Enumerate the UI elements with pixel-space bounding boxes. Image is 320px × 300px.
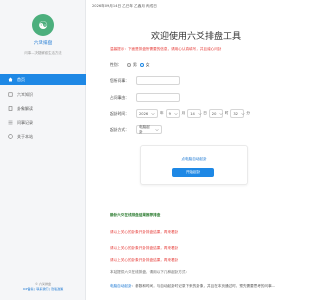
list-icon (8, 120, 13, 125)
result-desc-link[interactable]: 电脑自动起卦 (110, 284, 132, 288)
method-row: 起卦方式： 电脑起卦 (110, 125, 162, 134)
sidebar-item-label: 首页 (17, 76, 25, 82)
page-title: 欢迎使用六爻排盘工具 (150, 32, 241, 42)
result-line: 请以上关心的卦象开卦排盘结果，再来看卦 (110, 230, 179, 234)
home-icon (8, 77, 13, 82)
sidebar-item-home[interactable]: 首页 (0, 74, 86, 85)
logo-icon[interactable]: ☯ (32, 14, 54, 36)
brand-name[interactable]: 六爻排盘 (0, 40, 86, 46)
document-icon (8, 106, 13, 111)
chevron-down-icon (174, 112, 178, 116)
result-description: 电脑自动起卦：参数和时间，与自动起卦时记录下来的卦象，并且在本页通过时，预先需要… (110, 282, 290, 290)
date-bar: 2026年09月14日 乙已年 乙酉月 丙戌日 (92, 4, 157, 8)
result-line: 请以上关心的卦象开卦排盘结果，再来看卦 (110, 258, 179, 262)
start-divination-button[interactable]: 开始起卦 (172, 168, 214, 177)
gender-row: 性别： 男 女 (110, 62, 150, 68)
result-title: 静卦六爻在线排盘结果推荐排盘 (110, 213, 161, 217)
reason-label: 占问事由： (110, 94, 129, 100)
radio-male-label: 男 (133, 62, 137, 67)
brand-slogan: 问事—决疑解惑生活方法 (24, 51, 62, 55)
result-desc-text: ：参数和时间，与自动起卦时记录下来的卦象，并且在本页通过时，预先需要思考的问事.… (131, 284, 276, 288)
question-row: 您所问事： (110, 76, 180, 85)
notice-text: 温馨提示：下面是排盘所需要的信息，请用心认真填写，并且诚心问卦 (110, 47, 222, 51)
method-label: 起卦方式： (110, 126, 129, 132)
sidebar-item-label: 关于本站 (17, 133, 33, 139)
reason-row: 占问事由： (110, 93, 180, 102)
gender-label: 性别： (110, 62, 122, 67)
question-label: 您所问事： (110, 77, 129, 83)
auto-divination-link[interactable]: 点电脑自动起卦 (141, 157, 247, 162)
chevron-down-icon (198, 112, 202, 116)
sidebar-item-label: 六爻知识 (17, 91, 33, 97)
sidebar-item-label: 问事记录 (17, 119, 33, 125)
sidebar: ☯ 六爻排盘 问事—决疑解惑生活方法 首页 六爻知识 卦象解读 问事记录 关于本… (0, 0, 86, 300)
radio-female[interactable] (139, 63, 144, 67)
time-row: 起卦时间： 2026 年 9 月 14 日 20 时 32 分 (110, 109, 252, 118)
chevron-down-icon (155, 128, 159, 132)
divination-card: 点电脑自动起卦 开始起卦 (140, 145, 248, 185)
info-icon (8, 134, 13, 139)
chevron-down-icon (241, 112, 245, 116)
sidebar-item-interpret[interactable]: 卦象解读 (0, 103, 86, 114)
chevron-down-icon (219, 112, 224, 116)
result-line: 请以上关心的卦象开卦排盘结果，再来看卦 (110, 246, 179, 250)
question-input[interactable] (136, 76, 180, 85)
sidebar-item-knowledge[interactable]: 六爻知识 (0, 89, 86, 100)
footer-copyright: © 六爻排盘 (35, 282, 51, 286)
minute-select[interactable]: 32 (230, 109, 245, 118)
book-icon (8, 92, 13, 97)
radio-female-label: 女 (145, 62, 150, 67)
sidebar-item-label: 卦象解读 (17, 105, 33, 111)
day-select[interactable]: 14 (187, 109, 202, 118)
footer-links[interactable]: ICP备案 | 联系我们 | 隐私政策 (0, 287, 86, 291)
sidebar-item-about[interactable]: 关于本站 (0, 131, 86, 142)
year-select[interactable]: 2026 (136, 109, 158, 118)
hour-select[interactable]: 20 (208, 109, 224, 118)
time-label: 起卦时间： (110, 110, 129, 116)
result-line: 本站提供六爻在线排盘，请用以下几种起卦方式： (110, 270, 190, 274)
chevron-down-icon (151, 112, 155, 116)
svg-text:☯: ☯ (38, 19, 48, 32)
radio-male[interactable] (127, 63, 131, 67)
sidebar-item-records[interactable]: 问事记录 (0, 117, 86, 128)
reason-input[interactable] (136, 93, 180, 102)
method-select[interactable]: 电脑起卦 (136, 125, 162, 134)
month-select[interactable]: 9 (165, 109, 180, 118)
